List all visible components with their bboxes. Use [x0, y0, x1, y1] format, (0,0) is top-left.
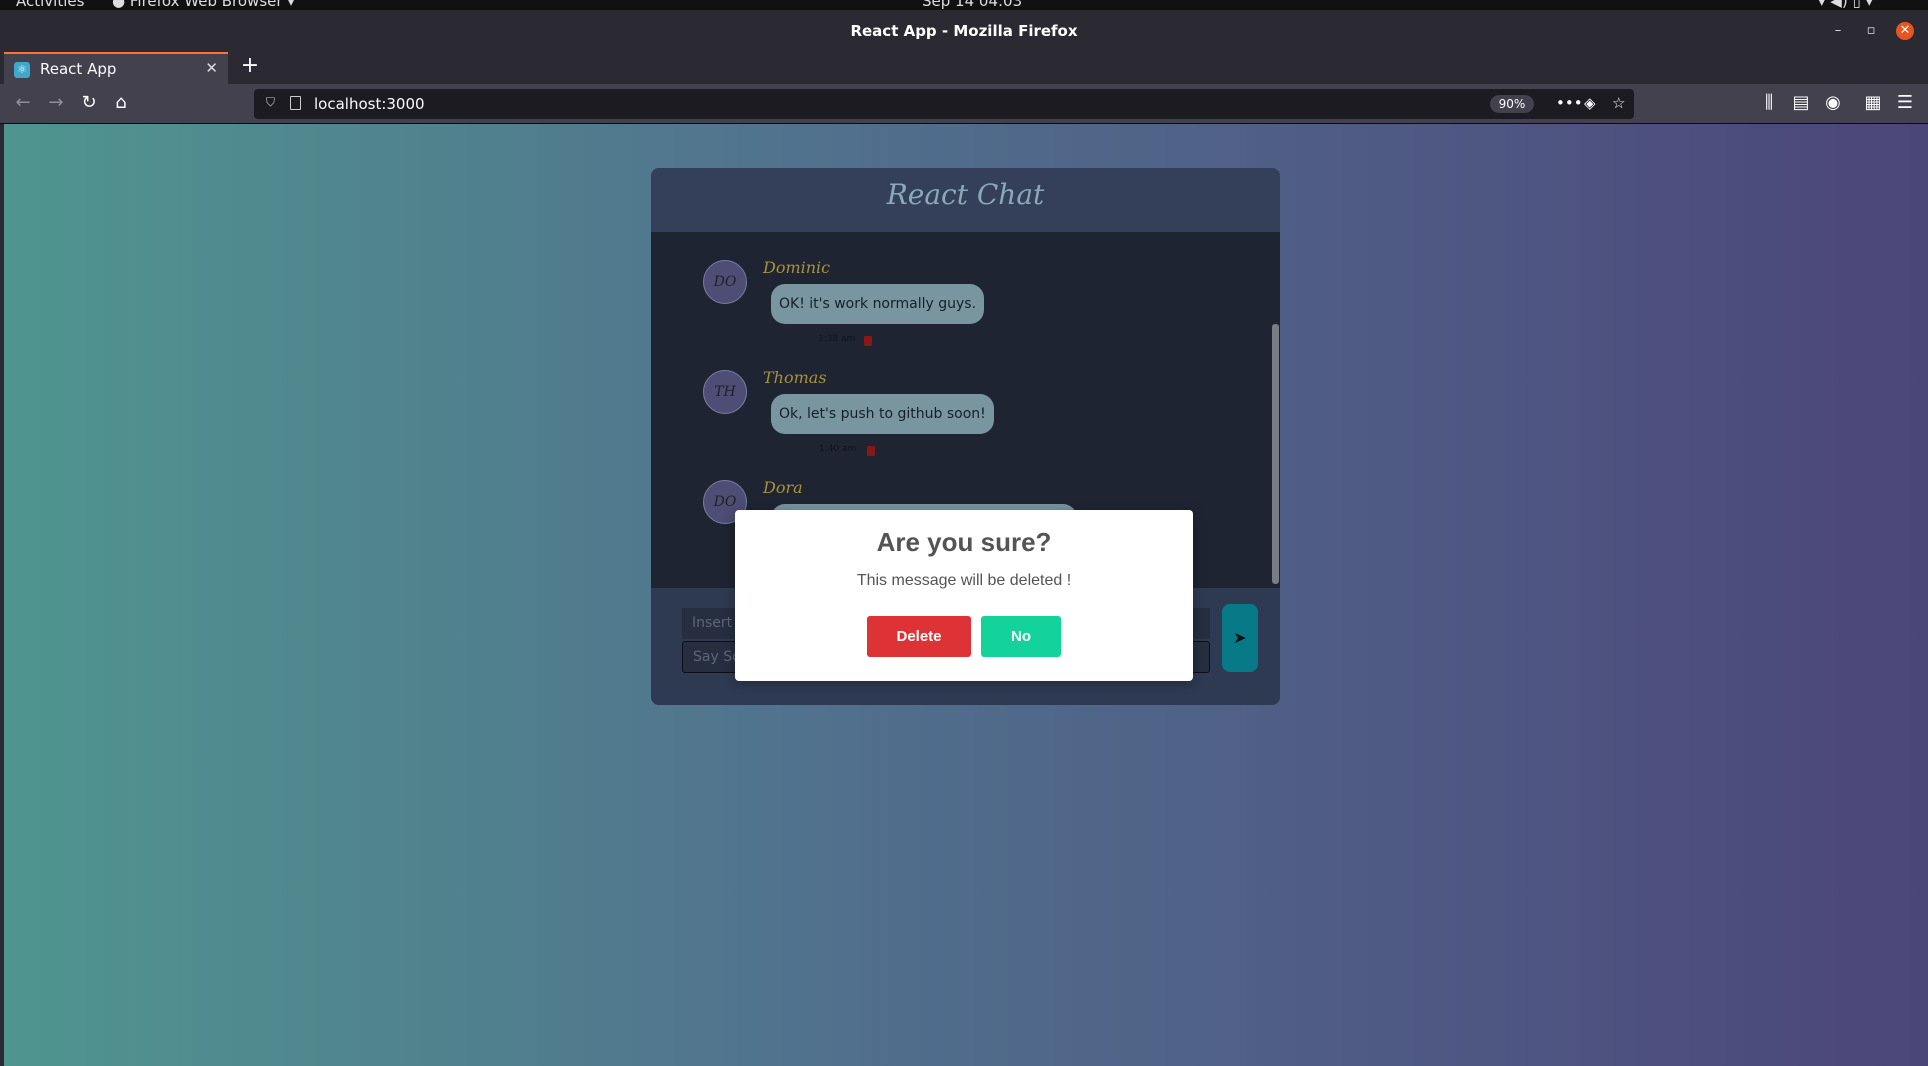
clock[interactable]: Sep 14 04:03 — [922, 0, 1022, 10]
message-username: Dora — [763, 478, 803, 497]
no-button[interactable]: No — [981, 616, 1061, 657]
library-icon[interactable]: ⫼ — [1758, 92, 1780, 114]
url-bar[interactable]: ⛉ localhost:3000 90% ••• ◈ ☆ — [254, 89, 1634, 119]
window-title-bar: React App - Mozilla Firefox – ▫ ✕ — [0, 10, 1928, 50]
window-title: React App - Mozilla Firefox — [850, 22, 1078, 40]
tracking-shield-icon[interactable]: ⛉ — [266, 95, 275, 110]
tab-strip: ⚛ React App ✕ — [0, 50, 1928, 84]
page-actions-icon[interactable]: ••• — [1556, 94, 1583, 112]
minimize-icon[interactable]: – — [1829, 22, 1847, 40]
dialog-message: This message will be deleted ! — [856, 572, 1072, 589]
forward-icon[interactable]: → — [45, 92, 67, 114]
chat-header: React Chat — [651, 168, 1280, 232]
home-icon[interactable]: ⌂ — [110, 92, 132, 114]
message-time: 1:40 am — [819, 444, 857, 454]
message-list-scrollbar[interactable] — [1270, 232, 1280, 588]
delete-button[interactable]: Delete — [867, 616, 971, 657]
send-button[interactable]: ➤ — [1222, 604, 1258, 672]
url-text[interactable]: localhost:3000 — [314, 95, 425, 113]
sidebar-icon[interactable]: ▤ — [1790, 92, 1812, 114]
tab-react-app[interactable]: ⚛ React App ✕ — [4, 52, 228, 84]
navigation-toolbar: ← → ↻ ⌂ ⛉ localhost:3000 90% ••• ◈ ☆ ⫼ ▤… — [0, 84, 1928, 124]
delete-message-icon[interactable] — [864, 336, 872, 346]
system-status-icons[interactable]: ▾ ◀) ▯ ▾ — [1818, 0, 1873, 10]
message-time: 1:38 am — [818, 334, 856, 344]
restore-icon[interactable]: ▫ — [1862, 22, 1880, 40]
tab-close-icon[interactable]: ✕ — [205, 59, 218, 77]
message-username: Thomas — [763, 368, 827, 387]
firefox-app-menu[interactable]: ● Firefox Web Browser ▾ — [112, 0, 295, 10]
scrollbar-thumb[interactable] — [1272, 324, 1279, 584]
pocket-icon[interactable]: ◈ — [1584, 94, 1596, 112]
avatar: DO — [703, 260, 747, 304]
back-icon[interactable]: ← — [12, 92, 34, 114]
message-bubble: Ok, let's push to github soon! — [771, 394, 994, 434]
new-tab-button[interactable]: + — [236, 52, 264, 80]
bookmark-star-icon[interactable]: ☆ — [1612, 94, 1625, 112]
menu-icon[interactable]: ☰ — [1894, 92, 1916, 114]
system-top-bar: Activities ● Firefox Web Browser ▾ Sep 1… — [0, 0, 1928, 10]
account-icon[interactable]: ◉ — [1822, 92, 1844, 114]
extensions-icon[interactable]: ▦ — [1862, 92, 1884, 114]
message-username: Dominic — [763, 258, 831, 277]
tab-label: React App — [40, 60, 117, 78]
page-info-icon[interactable] — [290, 96, 301, 110]
message-bubble: OK! it's work normally guys. — [771, 284, 985, 324]
react-favicon-icon: ⚛ — [14, 62, 30, 78]
confirm-delete-dialog: Are you sure? This message will be delet… — [735, 510, 1193, 681]
delete-message-icon[interactable] — [867, 446, 875, 456]
close-icon[interactable]: ✕ — [1896, 22, 1914, 40]
activities-button[interactable]: Activities — [16, 0, 84, 10]
dialog-title: Are you sure? — [876, 527, 1052, 557]
reload-icon[interactable]: ↻ — [78, 92, 100, 114]
avatar: TH — [703, 370, 747, 414]
zoom-level-badge[interactable]: 90% — [1490, 95, 1534, 113]
chat-title: React Chat — [886, 178, 1045, 211]
app-menu-label: Firefox Web Browser — [129, 0, 283, 10]
send-icon: ➤ — [1233, 628, 1247, 647]
